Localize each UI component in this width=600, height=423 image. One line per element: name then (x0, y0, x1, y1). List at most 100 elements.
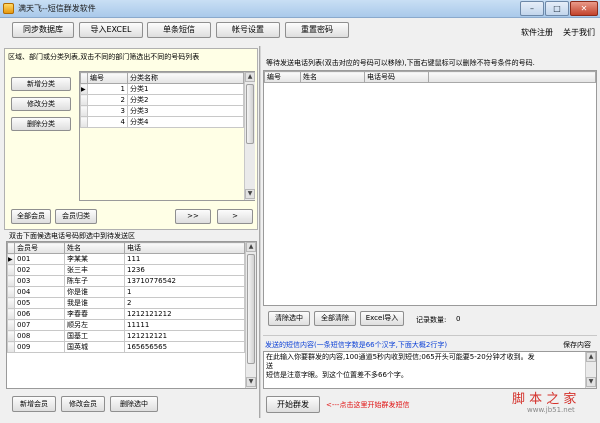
member-phone-cell[interactable]: 11111 (124, 319, 245, 331)
member-id-cell[interactable]: 003 (14, 275, 65, 287)
members-scrollbar[interactable]: ▲ ▼ (245, 242, 256, 388)
member-phone-cell[interactable]: 2 (124, 297, 245, 309)
member-row[interactable]: 009 国英城 165656565 (7, 341, 245, 353)
member-phone-cell[interactable]: 13710776542 (124, 275, 245, 287)
member-id-cell[interactable]: 009 (14, 341, 65, 353)
reset-password-button[interactable]: 重置密码 (285, 22, 349, 38)
splitter[interactable] (259, 46, 261, 418)
about-link[interactable]: 关于我们 (563, 27, 595, 38)
member-phone-cell[interactable]: 165656565 (124, 341, 245, 353)
edit-category-button[interactable]: 修改分类 (11, 97, 71, 111)
member-category-button[interactable]: 会员归类 (55, 209, 97, 224)
members-hint: 双击下面候选电话号码即选中到待发送区 (9, 232, 135, 240)
member-id-cell[interactable]: 001 (14, 253, 65, 265)
member-row[interactable]: 002 张三丰 1236 (7, 264, 245, 276)
member-phone-cell[interactable]: 121212121 (124, 330, 245, 342)
category-name-cell[interactable]: 分类4 (127, 116, 244, 128)
delete-selected-button[interactable]: 删除选中 (110, 396, 158, 412)
category-id-cell[interactable]: 3 (87, 105, 128, 117)
member-row[interactable]: 006 李春春 1212121212 (7, 308, 245, 320)
all-members-button[interactable]: 全部会员 (11, 209, 51, 224)
members-col-phone: 电话 (124, 242, 245, 254)
sync-database-button[interactable]: 同步数据库 (12, 22, 74, 38)
member-phone-cell[interactable]: 111 (124, 253, 245, 265)
member-row[interactable]: 005 我是谁 2 (7, 297, 245, 309)
member-name-cell[interactable]: 顺另左 (64, 319, 125, 331)
category-name-cell[interactable]: 分类1 (127, 83, 244, 95)
edit-member-button[interactable]: 修改会员 (61, 396, 105, 412)
start-send-button[interactable]: 开始群发 (266, 396, 320, 413)
category-table: 编号 分类名称 ▶ 1 分类1 2 分类2 3 分类3 4 分类4 (80, 72, 244, 128)
member-name-cell[interactable]: 张三丰 (64, 264, 125, 276)
category-row[interactable]: 2 分类2 (80, 94, 244, 106)
member-row[interactable]: 003 陈车子 13710776542 (7, 275, 245, 287)
category-id-cell[interactable]: 4 (87, 116, 128, 128)
category-id-cell[interactable]: 2 (87, 94, 128, 106)
delete-category-button[interactable]: 删除分类 (11, 117, 71, 131)
sms-scrollbar[interactable]: ▲ ▼ (585, 352, 596, 388)
save-content-link[interactable]: 保存内容 (563, 340, 591, 350)
add-one-button[interactable]: > (217, 209, 253, 224)
scroll-down-icon[interactable]: ▼ (586, 377, 596, 387)
minimize-button[interactable]: – (520, 1, 544, 16)
member-name-cell[interactable]: 我是谁 (64, 297, 125, 309)
member-phone-cell[interactable]: 1212121212 (124, 308, 245, 320)
member-phone-cell[interactable]: 1236 (124, 264, 245, 276)
scroll-thumb[interactable] (247, 254, 255, 364)
member-id-cell[interactable]: 002 (14, 264, 65, 276)
row-header (7, 297, 15, 309)
category-id-cell[interactable]: 1 (87, 83, 128, 95)
pending-grid: 编号 姓名 电话号码 (263, 70, 597, 306)
member-name-cell[interactable]: 国基工 (64, 330, 125, 342)
scroll-up-icon[interactable]: ▲ (245, 72, 255, 82)
member-row[interactable]: ▶ 001 李某某 111 (7, 253, 245, 265)
category-corner (80, 72, 88, 84)
member-name-cell[interactable]: 国英城 (64, 341, 125, 353)
member-name-cell[interactable]: 李某某 (64, 253, 125, 265)
member-name-cell[interactable]: 李春春 (64, 308, 125, 320)
member-id-cell[interactable]: 004 (14, 286, 65, 298)
add-all-button[interactable]: >> (175, 209, 211, 224)
account-settings-button[interactable]: 帐号设置 (216, 22, 280, 38)
scroll-up-icon[interactable]: ▲ (246, 242, 256, 252)
scroll-down-icon[interactable]: ▼ (246, 377, 256, 387)
category-scrollbar[interactable]: ▲ ▼ (244, 72, 255, 200)
member-id-cell[interactable]: 005 (14, 297, 65, 309)
member-row[interactable]: 004 你是谁 1 (7, 286, 245, 298)
member-row[interactable]: 007 顺另左 11111 (7, 319, 245, 331)
category-name-cell[interactable]: 分类2 (127, 94, 244, 106)
category-row[interactable]: 3 分类3 (80, 105, 244, 117)
member-name-cell[interactable]: 你是谁 (64, 286, 125, 298)
category-row[interactable]: ▶ 1 分类1 (80, 83, 244, 95)
member-id-cell[interactable]: 008 (14, 330, 65, 342)
category-col-id: 编号 (87, 72, 128, 84)
members-grid: 会员号 姓名 电话 ▶ 001 李某某 111 002 张三丰 1236 003… (6, 241, 257, 389)
member-id-cell[interactable]: 007 (14, 319, 65, 331)
member-name-cell[interactable]: 陈车子 (64, 275, 125, 287)
add-category-button[interactable]: 新增分类 (11, 77, 71, 91)
category-name-cell[interactable]: 分类3 (127, 105, 244, 117)
clear-selected-button[interactable]: 清除选中 (268, 311, 310, 326)
close-button[interactable]: ✕ (570, 1, 598, 16)
clear-all-button[interactable]: 全部清除 (314, 311, 356, 326)
sms-content-input[interactable]: 在此输入你要群发的内容,100通道5秒内收到短信;065开头可能要5-20分钟才… (266, 353, 584, 380)
member-phone-cell[interactable]: 1 (124, 286, 245, 298)
add-member-button[interactable]: 新增会员 (12, 396, 56, 412)
maximize-button[interactable]: □ (545, 1, 569, 16)
row-header (7, 319, 15, 331)
register-link[interactable]: 软件注册 (521, 27, 553, 38)
scroll-up-icon[interactable]: ▲ (586, 352, 596, 362)
row-header (7, 286, 15, 298)
scroll-thumb[interactable] (246, 84, 254, 144)
excel-import-button[interactable]: Excel导入 (360, 311, 404, 326)
category-panel: 区域、部门或分类列表,双击不同的部门筛选出不同的号码列表 新增分类 修改分类 删… (4, 48, 258, 230)
app-icon (3, 3, 14, 14)
import-excel-button[interactable]: 导入EXCEL (79, 22, 143, 38)
member-id-cell[interactable]: 006 (14, 308, 65, 320)
scroll-down-icon[interactable]: ▼ (245, 189, 255, 199)
single-sms-button[interactable]: 单条短信 (147, 22, 211, 38)
pending-col-phone: 电话号码 (364, 71, 429, 83)
sms-content-box[interactable]: 在此输入你要群发的内容,100通道5秒内收到短信;065开头可能要5-20分钟才… (263, 351, 597, 389)
member-row[interactable]: 008 国基工 121212121 (7, 330, 245, 342)
category-row[interactable]: 4 分类4 (80, 116, 244, 128)
